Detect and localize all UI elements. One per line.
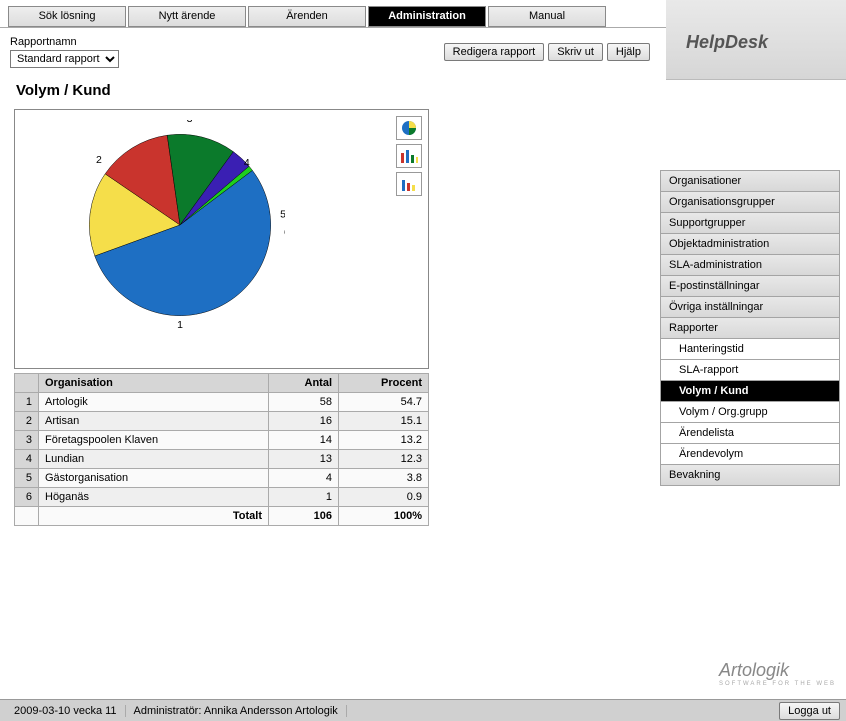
tab-arenden[interactable]: Ärenden: [248, 6, 366, 27]
sidenav-item[interactable]: Organisationer: [661, 171, 839, 192]
sidenav-item[interactable]: Hanteringstid: [661, 339, 839, 360]
svg-text:2: 2: [96, 154, 102, 166]
svg-text:4: 4: [244, 157, 250, 169]
sidenav-item[interactable]: Organisationsgrupper: [661, 192, 839, 213]
svg-text:6: 6: [284, 227, 285, 239]
sidenav-item[interactable]: SLA-administration: [661, 255, 839, 276]
tab-admin[interactable]: Administration: [368, 6, 486, 27]
col-org: Organisation: [39, 374, 269, 393]
svg-text:1: 1: [177, 319, 183, 330]
sidenav: OrganisationerOrganisationsgrupperSuppor…: [660, 170, 840, 486]
svg-text:3: 3: [187, 120, 193, 125]
tab-sok[interactable]: Sök lösning: [8, 6, 126, 27]
sidenav-item[interactable]: Volym / Kund: [661, 381, 839, 402]
sidenav-item[interactable]: Volym / Org.grupp: [661, 402, 839, 423]
sidenav-item[interactable]: Ärendelista: [661, 423, 839, 444]
col-pct: Procent: [339, 374, 429, 393]
table-row: 6Höganäs10.9: [15, 488, 429, 507]
chart-type-bar-icon[interactable]: [396, 144, 422, 168]
sidenav-item[interactable]: E-postinställningar: [661, 276, 839, 297]
edit-report-button[interactable]: Redigera rapport: [444, 43, 545, 61]
sidenav-item[interactable]: SLA-rapport: [661, 360, 839, 381]
report-title: Volym / Kund: [16, 82, 650, 99]
sidenav-item[interactable]: Supportgrupper: [661, 213, 839, 234]
svg-text:5: 5: [280, 208, 285, 220]
brand-footer: ArtologikSOFTWARE FOR THE WEB: [719, 660, 836, 687]
brand-title: HelpDesk: [686, 32, 768, 53]
status-user: Administratör: Annika Andersson Artologi…: [126, 705, 347, 717]
brand-panel: HelpDesk: [666, 0, 846, 80]
tab-manual[interactable]: Manual: [488, 6, 606, 27]
chart-type-bar3d-icon[interactable]: [396, 172, 422, 196]
sidenav-item[interactable]: Bevakning: [661, 465, 839, 485]
table-row: 5Gästorganisation43.8: [15, 469, 429, 488]
print-button[interactable]: Skriv ut: [548, 43, 603, 61]
sidenav-item[interactable]: Övriga inställningar: [661, 297, 839, 318]
total-count: 106: [269, 507, 339, 526]
sidenav-item[interactable]: Ärendevolym: [661, 444, 839, 465]
table-row: 1Artologik5854.7: [15, 393, 429, 412]
logout-button[interactable]: Logga ut: [779, 702, 840, 720]
report-name-select[interactable]: Standard rapport: [10, 50, 119, 68]
table-row: 2Artisan1615.1: [15, 412, 429, 431]
status-date: 2009-03-10 vecka 11: [6, 705, 126, 717]
col-count: Antal: [269, 374, 339, 393]
help-button[interactable]: Hjälp: [607, 43, 650, 61]
sidenav-item[interactable]: Rapporter: [661, 318, 839, 339]
tab-nytt[interactable]: Nytt ärende: [128, 6, 246, 27]
total-pct: 100%: [339, 507, 429, 526]
chart-type-pie-icon[interactable]: [396, 116, 422, 140]
table-row: 4Lundian1312.3: [15, 450, 429, 469]
pie-chart: 1 2 3 4 5 6: [75, 120, 315, 360]
total-label: Totalt: [39, 507, 269, 526]
chart-frame: 1 2 3 4 5 6: [14, 109, 429, 369]
report-table: Organisation Antal Procent 1Artologik585…: [14, 373, 429, 526]
sidenav-item[interactable]: Objektadministration: [661, 234, 839, 255]
table-row: 3Företagspoolen Klaven1413.2: [15, 431, 429, 450]
report-name-label: Rapportnamn: [10, 36, 119, 48]
